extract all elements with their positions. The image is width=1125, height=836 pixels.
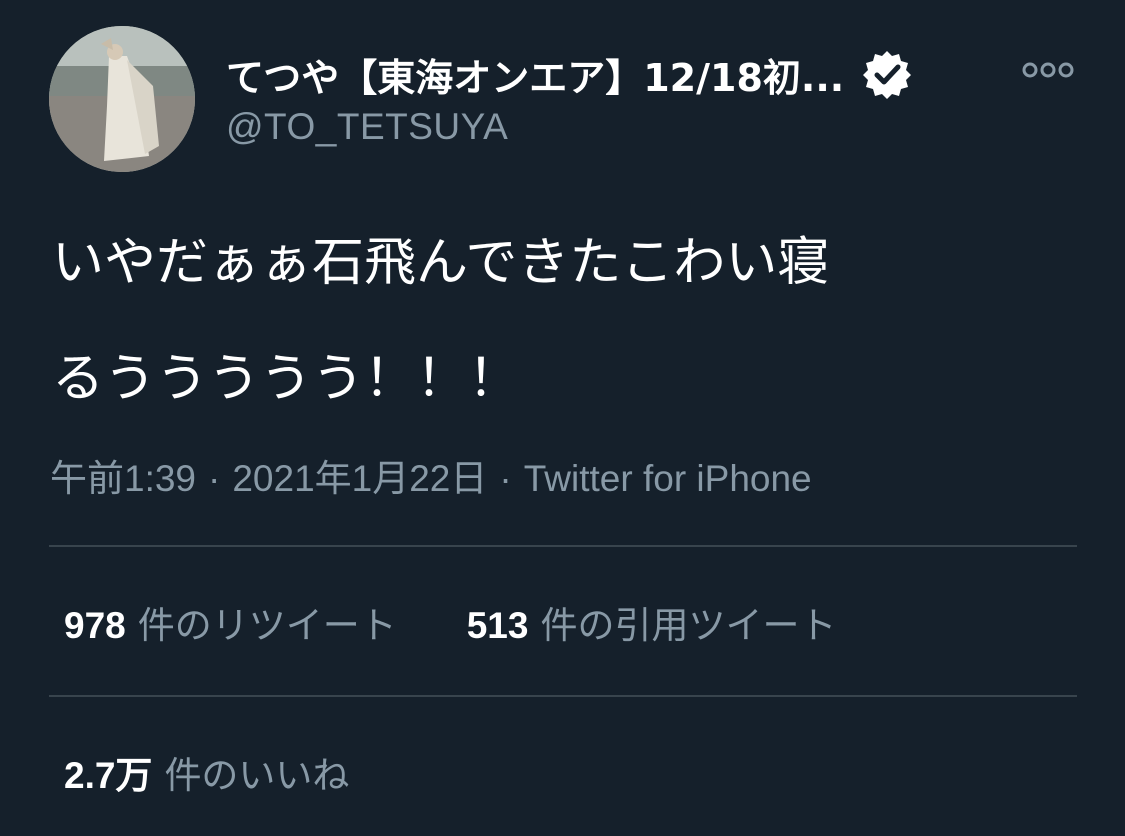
more-options-icon[interactable] xyxy=(1018,50,1078,90)
verified-badge-icon xyxy=(862,49,912,99)
display-name[interactable]: てつや【東海オンエア】12/18初... xyxy=(226,47,844,102)
name-row: てつや【東海オンエア】12/18初... xyxy=(226,44,912,104)
tweet-text-line2: るううううう！！！ xyxy=(52,349,521,409)
tweet-time[interactable]: 午前1:39 xyxy=(50,458,196,499)
meta-separator: · xyxy=(208,458,221,499)
user-avatar[interactable] xyxy=(49,26,195,172)
meta-separator: · xyxy=(499,458,512,499)
divider xyxy=(49,695,1077,697)
likes-stats-row: 2.7万 件のいいね xyxy=(64,742,419,802)
tweet-date[interactable]: 2021年1月22日 xyxy=(232,458,487,499)
quotes-stat[interactable]: 513 件の引用ツイート xyxy=(467,595,837,649)
tweet-meta: 午前1:39 · 2021年1月22日 · Twitter for iPhone xyxy=(50,448,812,502)
quotes-label: 件の引用ツイート xyxy=(540,604,837,647)
likes-stat[interactable]: 2.7万 件のいいね xyxy=(64,745,349,799)
tweet-text: いやだぁぁ石飛んできたこわい寝 るううううう！！！ xyxy=(52,205,1052,437)
user-handle[interactable]: @TO_TETSUYA xyxy=(226,106,508,148)
likes-count: 2.7万 xyxy=(64,755,153,796)
tweet-header: てつや【東海オンエア】12/18初... @TO_TETSUYA xyxy=(0,0,1125,200)
likes-label: 件のいいね xyxy=(164,754,350,797)
tweet-source[interactable]: Twitter for iPhone xyxy=(524,458,812,499)
avatar-photo xyxy=(49,26,195,172)
divider xyxy=(49,545,1077,547)
retweets-label: 件のリツイート xyxy=(137,604,397,647)
retweets-stat[interactable]: 978 件のリツイート xyxy=(64,595,397,649)
quotes-count: 513 xyxy=(466,605,529,646)
tweet-text-line1: いやだぁぁ石飛んできたこわい寝 xyxy=(52,233,830,293)
retweets-count: 978 xyxy=(64,605,126,646)
engagement-stats-row: 978 件のリツイート 513 件の引用ツイート xyxy=(64,592,906,652)
